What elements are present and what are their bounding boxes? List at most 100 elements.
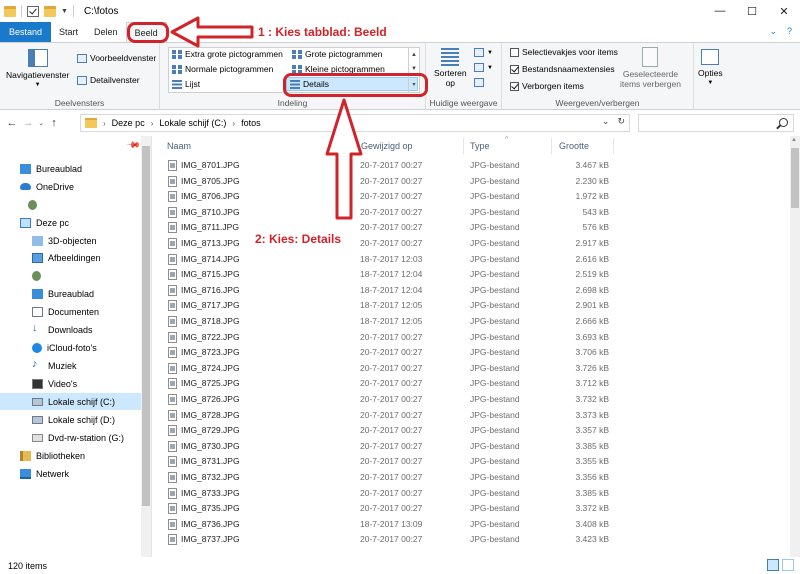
nav-item-icloud-photos[interactable]: iCloud-foto's	[0, 339, 142, 356]
table-row[interactable]: IMG_8737.JPG 20-7-2017 00:27 JPG-bestand 3.…	[153, 532, 790, 548]
chevron-down-icon[interactable]: ⌄	[602, 116, 610, 127]
table-row[interactable]: IMG_8735.JPG 20-7-2017 00:27 JPG-bestand 3.…	[153, 501, 790, 517]
nav-item-user[interactable]	[0, 196, 142, 213]
table-row[interactable]: IMG_8736.JPG 18-7-2017 13:09 JPG-bestand 3.…	[153, 517, 790, 533]
layout-list[interactable]: Lijst	[172, 79, 200, 89]
nav-item-drive-c[interactable]: Lokale schijf (C:)	[0, 393, 142, 410]
nav-item-videos[interactable]: Video's	[0, 375, 142, 392]
breadcrumb-fotos[interactable]: fotos	[241, 118, 261, 128]
large-icons-view-button[interactable]	[782, 559, 794, 571]
table-row[interactable]: IMG_8714.JPG 18-7-2017 12:03 JPG-bestand 2.…	[153, 252, 790, 268]
options-button[interactable]: Opties ▼	[698, 49, 723, 88]
pin-icon[interactable]: 📌	[126, 138, 141, 154]
table-row[interactable]: IMG_8706.JPG 20-7-2017 00:27 JPG-bestand 1.…	[153, 189, 790, 205]
file-name[interactable]: IMG_8710.JPG	[181, 207, 240, 217]
table-row[interactable]: IMG_8710.JPG 20-7-2017 00:27 JPG-bestand 54…	[153, 205, 790, 221]
table-row[interactable]: IMG_8725.JPG 20-7-2017 00:27 JPG-bestand 3.…	[153, 376, 790, 392]
file-name[interactable]: IMG_8711.JPG	[181, 222, 239, 232]
file-name[interactable]: IMG_8730.JPG	[181, 441, 240, 451]
table-row[interactable]: IMG_8701.JPG 20-7-2017 00:27 JPG-bestand 3.…	[153, 158, 790, 174]
nav-item-desktop-2[interactable]: Bureaublad	[0, 285, 142, 302]
column-divider[interactable]	[551, 138, 552, 154]
chevron-down-icon[interactable]: ▼	[411, 66, 417, 72]
scrollbar-thumb[interactable]	[791, 148, 799, 208]
table-row[interactable]: IMG_8723.JPG 20-7-2017 00:27 JPG-bestand 3.…	[153, 345, 790, 361]
nav-item-user-folder[interactable]	[0, 267, 142, 284]
file-name[interactable]: IMG_8736.JPG	[181, 519, 240, 529]
file-name[interactable]: IMG_8735.JPG	[181, 503, 240, 513]
nav-item-documents[interactable]: Documenten	[0, 303, 142, 320]
table-row[interactable]: IMG_8716.JPG 18-7-2017 12:04 JPG-bestand 2.…	[153, 283, 790, 299]
minimize-button[interactable]: —	[704, 0, 736, 22]
table-row[interactable]: IMG_8705.JPG 20-7-2017 00:27 JPG-bestand 2.…	[153, 174, 790, 190]
file-list-scrollbar[interactable]: ▲	[790, 136, 800, 557]
preview-pane-button[interactable]: Voorbeeldvenster	[77, 53, 156, 63]
table-row[interactable]: IMG_8715.JPG 18-7-2017 12:04 JPG-bestand 2.…	[153, 267, 790, 283]
chevron-down-icon[interactable]: ⌄	[769, 26, 777, 37]
table-row[interactable]: IMG_8733.JPG 20-7-2017 00:27 JPG-bestand 3.…	[153, 486, 790, 502]
file-name[interactable]: IMG_8726.JPG	[181, 394, 240, 404]
tab-bestand[interactable]: Bestand	[0, 22, 52, 42]
close-button[interactable]: ✕	[768, 0, 800, 22]
table-row[interactable]: IMG_8713.JPG 20-7-2017 00:27 JPG-bestand 2.…	[153, 236, 790, 252]
file-name[interactable]: IMG_8733.JPG	[181, 488, 240, 498]
file-name[interactable]: IMG_8718.JPG	[181, 316, 240, 326]
column-divider[interactable]	[463, 138, 464, 154]
new-folder-icon[interactable]	[44, 5, 56, 17]
up-button[interactable]: ↑	[46, 117, 62, 129]
chevron-up-icon[interactable]: ▲	[791, 137, 797, 143]
file-name[interactable]: IMG_8706.JPG	[181, 191, 240, 201]
column-divider[interactable]	[353, 138, 354, 154]
file-name[interactable]: IMG_8729.JPG	[181, 425, 240, 435]
column-header-name[interactable]: Naam	[167, 141, 191, 151]
scrollbar-thumb[interactable]	[142, 146, 150, 506]
table-row[interactable]: IMG_8726.JPG 20-7-2017 00:27 JPG-bestand 3.…	[153, 392, 790, 408]
maximize-button[interactable]: ☐	[736, 0, 768, 22]
table-row[interactable]: IMG_8732.JPG 20-7-2017 00:27 JPG-bestand 3.…	[153, 470, 790, 486]
chevron-right-icon[interactable]: ›	[151, 119, 154, 128]
file-name[interactable]: IMG_8716.JPG	[181, 285, 240, 295]
chevron-up-icon[interactable]: ▲	[411, 52, 417, 58]
details-view-button[interactable]	[767, 559, 779, 571]
table-row[interactable]: IMG_8729.JPG 20-7-2017 00:27 JPG-bestand 3.…	[153, 423, 790, 439]
address-input[interactable]: › Deze pc › Lokale schijf (C:) › fotos ⌄…	[80, 114, 630, 132]
nav-item-network[interactable]: Netwerk	[0, 465, 142, 482]
file-name[interactable]: IMG_8715.JPG	[181, 269, 240, 279]
table-row[interactable]: IMG_8722.JPG 20-7-2017 00:27 JPG-bestand 3.…	[153, 330, 790, 346]
back-button[interactable]: ←	[4, 117, 20, 129]
nav-item-3d-objects[interactable]: 3D-objecten	[0, 232, 142, 249]
file-name[interactable]: IMG_8713.JPG	[181, 238, 240, 248]
nav-scrollbar[interactable]	[141, 136, 151, 557]
column-divider[interactable]	[613, 138, 614, 154]
hide-selected-button[interactable]: Geselecteerde items verbergen	[620, 47, 681, 89]
refresh-icon[interactable]: ↻	[617, 116, 625, 127]
nav-item-music[interactable]: Muziek	[0, 357, 142, 374]
layout-medium-icons[interactable]: Normale pictogrammen	[172, 64, 273, 74]
nav-item-dvd-drive[interactable]: Dvd-rw-station (G:)	[0, 429, 142, 446]
file-name[interactable]: IMG_8723.JPG	[181, 347, 240, 357]
layout-large-icons[interactable]: Grote pictogrammen	[292, 49, 382, 59]
file-name[interactable]: IMG_8737.JPG	[181, 534, 240, 544]
add-columns-button[interactable]: ▼	[474, 63, 493, 72]
nav-item-drive-d[interactable]: Lokale schijf (D:)	[0, 411, 142, 428]
hidden-items-toggle[interactable]: Verborgen items	[510, 81, 584, 91]
group-by-button[interactable]: ▼	[474, 48, 493, 57]
tab-delen[interactable]: Delen	[86, 22, 126, 42]
breadcrumb-drive-c[interactable]: Lokale schijf (C:)	[159, 118, 226, 128]
layout-extra-large-icons[interactable]: Extra grote pictogrammen	[172, 49, 283, 59]
chevron-down-icon[interactable]: ▼	[61, 8, 68, 15]
file-name[interactable]: IMG_8731.JPG	[181, 456, 240, 466]
breadcrumb-this-pc[interactable]: Deze pc	[112, 118, 145, 128]
tab-start[interactable]: Start	[51, 22, 86, 42]
checkbox[interactable]	[510, 64, 519, 74]
file-name[interactable]: IMG_8724.JPG	[181, 363, 240, 373]
nav-item-desktop[interactable]: Bureaublad	[0, 160, 142, 177]
checkbox[interactable]	[510, 47, 519, 57]
file-extensions-toggle[interactable]: Bestandsnaamextensies	[510, 64, 615, 74]
column-header-size[interactable]: Grootte	[559, 141, 589, 151]
nav-item-onedrive[interactable]: OneDrive	[0, 178, 142, 195]
help-icon[interactable]: ?	[787, 26, 792, 37]
file-name[interactable]: IMG_8732.JPG	[181, 472, 240, 482]
sort-by-button[interactable]: Sorteren op	[434, 48, 467, 88]
details-pane-button[interactable]: Detailvenster	[77, 75, 140, 85]
